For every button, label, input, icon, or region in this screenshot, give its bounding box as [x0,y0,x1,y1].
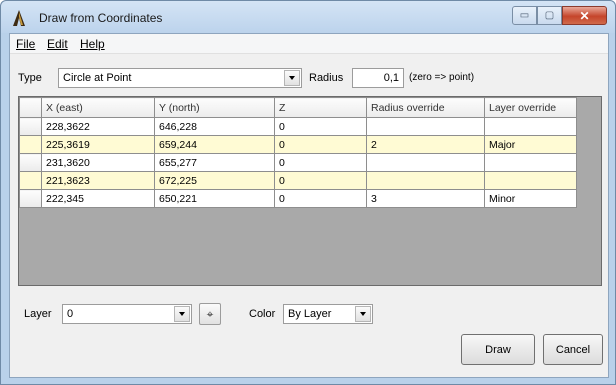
radius-hint: (zero => point) [409,72,475,83]
cancel-button[interactable]: Cancel [543,334,603,365]
cell-radius-override[interactable] [366,171,485,190]
cell-y[interactable]: 650,221 [154,189,275,208]
color-dropdown-button[interactable] [355,306,371,322]
app-icon [12,10,26,26]
row-selector[interactable] [19,117,42,136]
cell-x[interactable]: 221,3623 [41,171,155,190]
layer-label: Layer [24,308,52,320]
cell-radius-override[interactable] [366,117,485,136]
row-selector[interactable] [19,153,42,172]
cell-y[interactable]: 646,228 [154,117,275,136]
row-selector[interactable] [19,171,42,190]
column-header-z[interactable]: Z [274,97,367,118]
draw-from-coordinates-window: Draw from Coordinates ▭ ▢ ✕ File Edit He… [0,0,616,385]
cell-layer-override[interactable] [484,153,577,172]
close-button[interactable]: ✕ [562,6,607,25]
cell-z[interactable]: 0 [274,171,367,190]
menu-edit[interactable]: Edit [47,37,68,51]
cell-radius-override[interactable] [366,153,485,172]
row-selector[interactable] [19,189,42,208]
table-row[interactable]: 228,3622 646,228 0 [19,117,577,136]
layer-dropdown-button[interactable] [174,306,190,322]
color-dropdown[interactable]: By Layer [283,304,373,324]
maximize-button[interactable]: ▢ [537,6,562,25]
color-value: By Layer [288,308,332,320]
cell-radius-override[interactable]: 3 [366,189,485,208]
table-header-row: X (east) Y (north) Z Radius override Lay… [19,97,577,118]
type-dropdown-button[interactable] [284,70,300,86]
window-title: Draw from Coordinates [39,11,163,25]
draw-button[interactable]: Draw [461,334,535,365]
table-row[interactable]: 231,3620 655,277 0 [19,153,577,172]
row-header-corner [19,97,42,118]
cell-x[interactable]: 228,3622 [41,117,155,136]
cell-y[interactable]: 672,225 [154,171,275,190]
draw-button-label: Draw [485,343,511,356]
column-header-y[interactable]: Y (north) [154,97,275,118]
column-header-x[interactable]: X (east) [41,97,155,118]
cell-layer-override[interactable]: Major [484,135,577,154]
title-bar[interactable]: Draw from Coordinates ▭ ▢ ✕ [1,1,615,33]
coordinates-grid[interactable]: X (east) Y (north) Z Radius override Lay… [18,96,602,286]
dialog-client-area: File Edit Help Type Circle at Point Radi… [9,33,609,378]
cell-y[interactable]: 655,277 [154,153,275,172]
cell-layer-override[interactable] [484,117,577,136]
menu-edit-label: Edit [47,37,68,51]
radius-input[interactable] [352,68,404,88]
type-label: Type [18,72,42,84]
row-selector[interactable] [19,135,42,154]
layer-dropdown[interactable]: 0 [62,304,192,324]
pick-layer-button[interactable]: ⌖ [199,303,221,325]
cell-x[interactable]: 222,345 [41,189,155,208]
chevron-down-icon [360,312,366,316]
cell-x[interactable]: 225,3619 [41,135,155,154]
column-header-radius-override[interactable]: Radius override [366,97,485,118]
menu-help-label: Help [80,37,105,51]
table-row[interactable]: 225,3619 659,244 0 2 Major [19,135,577,154]
cell-z[interactable]: 0 [274,189,367,208]
menu-file[interactable]: File [16,37,35,51]
table-row[interactable]: 221,3623 672,225 0 [19,171,577,190]
type-dropdown[interactable]: Circle at Point [58,68,302,88]
radius-label: Radius [309,72,344,84]
maximize-icon: ▢ [544,10,555,21]
minimize-button[interactable]: ▭ [512,6,537,25]
cell-radius-override[interactable]: 2 [366,135,485,154]
chevron-down-icon [179,312,185,316]
color-label: Color [249,308,276,320]
coordinates-table: X (east) Y (north) Z Radius override Lay… [19,97,577,208]
menu-bar: File Edit Help [10,34,608,54]
menu-file-label: File [16,37,36,51]
chevron-down-icon [289,76,295,80]
caption-buttons: ▭ ▢ ✕ [512,6,607,25]
close-icon: ✕ [579,8,590,23]
cell-z[interactable]: 0 [274,153,367,172]
cell-z[interactable]: 0 [274,117,367,136]
cell-layer-override[interactable]: Minor [484,189,577,208]
crosshair-icon: ⌖ [206,306,214,321]
column-header-layer-override[interactable]: Layer override [484,97,577,118]
cell-y[interactable]: 659,244 [154,135,275,154]
minimize-icon: ▭ [519,10,530,21]
table-row[interactable]: 222,345 650,221 0 3 Minor [19,189,577,208]
cell-x[interactable]: 231,3620 [41,153,155,172]
cancel-button-label: Cancel [555,343,591,356]
cell-z[interactable]: 0 [274,135,367,154]
cell-layer-override[interactable] [484,171,577,190]
layer-value: 0 [67,308,74,320]
menu-help[interactable]: Help [80,37,105,51]
type-value: Circle at Point [63,72,132,84]
